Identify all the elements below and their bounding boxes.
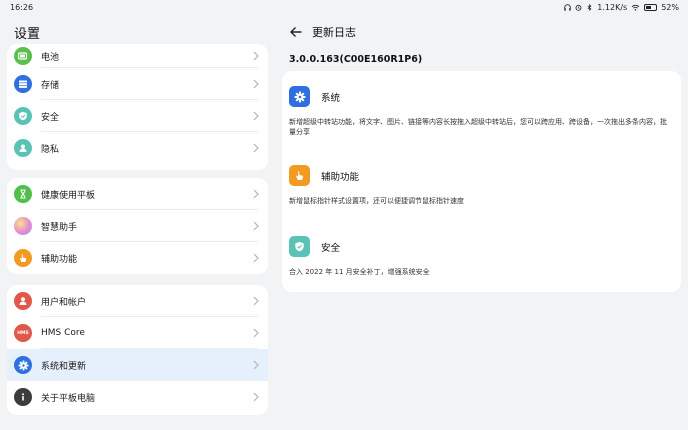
- user-icon: [14, 292, 32, 310]
- hand-icon: [14, 249, 32, 267]
- chevron-right-icon: [253, 328, 259, 338]
- sidebar-item-battery[interactable]: 电池: [7, 44, 268, 68]
- gear-icon: [14, 356, 32, 374]
- battery-percent: 52%: [661, 3, 679, 12]
- sidebar-item-label: 健康使用平板: [41, 190, 96, 201]
- sidebar-item-accessibility[interactable]: 辅助功能: [7, 242, 268, 274]
- sidebar-item-users-accounts[interactable]: 用户和帐户: [7, 285, 268, 317]
- shield-icon: [14, 107, 32, 125]
- sidebar-item-label: 系统和更新: [41, 361, 87, 372]
- settings-group-3: 用户和帐户 HMS HMS Core 系统和更新 关于平板电脑: [7, 285, 268, 415]
- info-icon: [14, 388, 32, 406]
- battery-icon: [14, 47, 32, 65]
- sidebar-item-security[interactable]: 安全: [7, 100, 268, 132]
- sidebar-item-label: 存储: [41, 80, 60, 91]
- chevron-right-icon: [253, 111, 259, 121]
- changelog-section-security: 安全 合入 2022 年 11 月安全补丁，增强系统安全: [289, 236, 671, 281]
- chevron-right-icon: [253, 143, 259, 153]
- sidebar-item-label: 辅助功能: [41, 254, 78, 265]
- section-description: 新增超级中转站功能，将文字、图片、链接等内容长按拖入超级中转站后，您可以跨应用、…: [289, 118, 667, 136]
- chevron-right-icon: [253, 79, 259, 89]
- network-speed: 1.12K/s: [597, 3, 628, 12]
- settings-group-1: 电池 存储 安全 隐私: [7, 44, 268, 170]
- sidebar-item-label: 用户和帐户: [41, 297, 87, 308]
- headphones-icon: [564, 4, 572, 11]
- sidebar-item-system-update[interactable]: 系统和更新: [7, 349, 268, 381]
- sidebar-item-hms-core[interactable]: HMS HMS Core: [7, 317, 268, 349]
- sidebar-item-smart-assistant[interactable]: 智慧助手: [7, 210, 268, 242]
- sidebar-item-label: 智慧助手: [41, 222, 78, 233]
- hourglass-icon: [14, 185, 32, 203]
- sidebar-item-label: HMS Core: [41, 328, 85, 338]
- back-arrow-icon[interactable]: [289, 25, 303, 39]
- privacy-icon: [14, 139, 32, 157]
- battery-indicator: [644, 4, 658, 11]
- changelog-section-system: 系统 新增超级中转站功能，将文字、图片、链接等内容长按拖入超级中转站后，您可以跨…: [289, 86, 671, 146]
- assistant-icon: [14, 217, 32, 235]
- section-title: 安全: [321, 243, 341, 254]
- chevron-right-icon: [253, 189, 259, 199]
- shield-icon: [289, 236, 310, 257]
- bluetooth-icon: [587, 4, 592, 11]
- status-time: 16:26: [10, 3, 34, 12]
- section-description: 合入 2022 年 11 月安全补丁，增强系统安全: [289, 268, 430, 276]
- chevron-right-icon: [253, 360, 259, 370]
- section-title: 系统: [321, 93, 341, 104]
- hms-icon: HMS: [14, 324, 32, 342]
- sidebar-item-privacy[interactable]: 隐私: [7, 132, 268, 164]
- battery-fill: [646, 6, 652, 9]
- wifi-icon: [631, 4, 640, 11]
- sidebar-item-healthy-use[interactable]: 健康使用平板: [7, 178, 268, 210]
- sidebar-item-label: 安全: [41, 112, 60, 123]
- version-number: 3.0.0.163(C00E160R1P6): [289, 54, 423, 65]
- sidebar-item-storage[interactable]: 存储: [7, 68, 268, 100]
- system-gear-icon: [289, 86, 310, 107]
- settings-title: 设置: [14, 27, 41, 42]
- status-icons: 1.12K/s 52%: [564, 3, 679, 12]
- changelog-section-accessibility: 辅助功能 新增鼠标指针样式设置项，还可以便捷调节鼠标指针速度: [289, 165, 671, 210]
- alarm-icon: [575, 4, 582, 11]
- status-bar: 16:26 1.12K/s 52%: [0, 0, 688, 16]
- chevron-right-icon: [253, 253, 259, 263]
- changelog-card: 系统 新增超级中转站功能，将文字、图片、链接等内容长按拖入超级中转站后，您可以跨…: [282, 71, 681, 292]
- settings-group-2: 健康使用平板 智慧助手 辅助功能: [7, 178, 268, 274]
- chevron-right-icon: [253, 221, 259, 231]
- section-title: 辅助功能: [321, 172, 360, 183]
- hand-icon: [289, 165, 310, 186]
- sidebar-item-label: 关于平板电脑: [41, 393, 96, 404]
- sidebar-item-label: 电池: [41, 52, 60, 63]
- sidebar-item-about-tablet[interactable]: 关于平板电脑: [7, 381, 268, 413]
- section-description: 新增鼠标指针样式设置项，还可以便捷调节鼠标指针速度: [289, 197, 464, 205]
- chevron-right-icon: [253, 51, 259, 61]
- storage-icon: [14, 75, 32, 93]
- chevron-right-icon: [253, 296, 259, 306]
- page-title: 更新日志: [312, 26, 356, 39]
- sidebar-item-label: 隐私: [41, 144, 60, 155]
- chevron-right-icon: [253, 392, 259, 402]
